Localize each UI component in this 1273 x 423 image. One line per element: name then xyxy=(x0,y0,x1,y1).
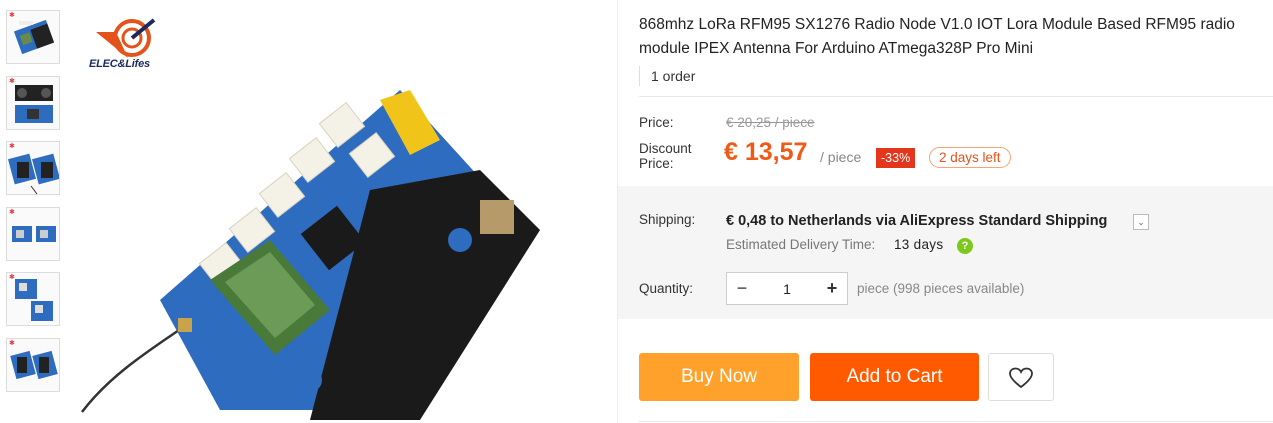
quantity-stepper: − + xyxy=(726,272,848,305)
product-info-panel: 868mhz LoRa RFM95 SX1276 Radio Node V1.0… xyxy=(618,0,1273,423)
thumbnail-marker: ✱ xyxy=(9,143,15,150)
thumbnail-marker: ✱ xyxy=(9,208,15,216)
quantity-decrease-button[interactable]: − xyxy=(727,273,757,304)
wishlist-button[interactable] xyxy=(988,353,1054,401)
thumbnail-marker: ✱ xyxy=(9,339,15,347)
thumbnail-3[interactable]: ✱ xyxy=(6,141,60,195)
estimated-delivery-value: 13 days xyxy=(894,237,944,252)
quantity-increase-button[interactable]: + xyxy=(817,273,847,304)
main-product-image[interactable]: ELEC&Lifes xyxy=(70,0,616,423)
quantity-input[interactable] xyxy=(757,273,817,304)
price-label: Price: xyxy=(639,115,674,130)
estimated-delivery-label: Estimated Delivery Time: xyxy=(726,237,876,252)
thumbnail-marker: ✱ xyxy=(9,12,15,19)
chevron-down-icon[interactable]: ⌄ xyxy=(1133,214,1149,230)
original-price: € 20,25 / piece xyxy=(726,115,815,130)
order-count: 1 order xyxy=(639,66,695,86)
add-to-cart-button[interactable]: Add to Cart xyxy=(810,353,979,401)
thumbnail-4[interactable]: ✱ xyxy=(6,206,60,261)
shipping-option[interactable]: € 0,48 to Netherlands via AliExpress Sta… xyxy=(726,213,1107,229)
divider xyxy=(639,96,1273,97)
thumbnail-marker: ✱ xyxy=(9,274,15,281)
thumbnail-2[interactable]: ✱ xyxy=(6,75,60,130)
heart-icon xyxy=(1009,367,1033,389)
current-price: € 13,57 xyxy=(724,138,808,166)
help-icon[interactable]: ? xyxy=(957,238,973,254)
quantity-label: Quantity: xyxy=(639,281,694,296)
product-title: 868mhz LoRa RFM95 SX1276 Radio Node V1.0… xyxy=(639,16,1235,57)
lora-module-photo xyxy=(81,90,540,420)
buy-now-button[interactable]: Buy Now xyxy=(639,353,799,401)
price-unit: / piece xyxy=(820,149,862,165)
shipping-label: Shipping: xyxy=(639,212,696,227)
thumbnail-6[interactable]: ✱ xyxy=(6,337,60,392)
thumbnail-list: ✱ ✱ ✱ ✱ ✱ ✱ xyxy=(6,10,62,403)
thumbnail-1[interactable]: ✱ xyxy=(6,10,60,64)
shipping-section xyxy=(618,186,1273,319)
discount-price-label: Discount Price: xyxy=(639,141,692,171)
thumbnail-marker: ✱ xyxy=(9,77,15,85)
thumbnail-5[interactable]: ✱ xyxy=(6,272,60,326)
divider xyxy=(639,421,1273,422)
quantity-available: piece (998 pieces available) xyxy=(857,281,1025,296)
time-left-badge: 2 days left xyxy=(929,147,1011,168)
discount-badge: -33% xyxy=(876,148,916,168)
